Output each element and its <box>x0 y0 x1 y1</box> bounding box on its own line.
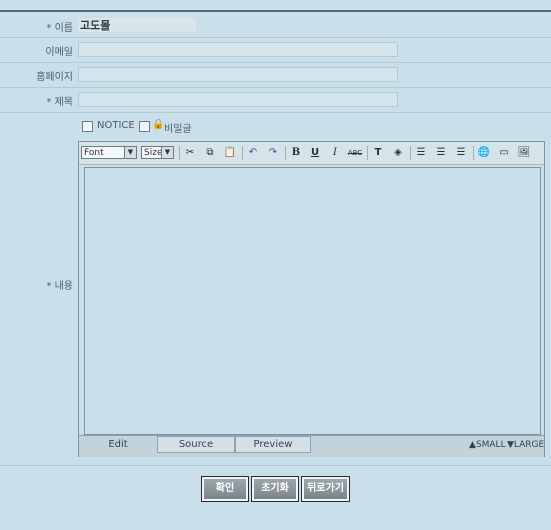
secret-checkbox[interactable] <box>139 121 150 132</box>
align-right-icon[interactable]: ☰ <box>453 145 469 161</box>
subject-field[interactable] <box>78 92 398 107</box>
email-label: 이메일 <box>45 47 73 58</box>
redo-icon[interactable]: ↷ <box>265 145 281 161</box>
editor-small-button[interactable]: ▲SMALL <box>469 440 506 450</box>
cut-icon[interactable]: ✂ <box>182 145 198 161</box>
background-color-icon[interactable]: ◈ <box>390 145 406 161</box>
homepage-row: 홈페이지 <box>0 63 551 88</box>
copy-icon[interactable]: ⧉ <box>202 145 218 161</box>
size-select[interactable]: Size ▼ <box>141 146 174 159</box>
confirm-button-label: 확인 <box>204 479 246 499</box>
reset-button[interactable]: 초기화 <box>251 476 299 502</box>
email-row: 이메일 <box>0 38 551 63</box>
homepage-label: 홈페이지 <box>36 72 73 83</box>
paste-icon[interactable]: 📋 <box>222 145 238 161</box>
editor-large-button[interactable]: ▼LARGE <box>507 440 544 450</box>
subject-row: * 제목 <box>0 88 551 113</box>
table-icon[interactable]: ▭ <box>496 145 512 161</box>
toolbar-divider <box>473 146 474 160</box>
content-label: * 내용 <box>46 281 73 292</box>
image-icon[interactable]: 🖼 <box>516 145 532 161</box>
text-color-icon[interactable]: T <box>370 145 386 161</box>
editor-mode-tabs: Edit Source Preview ▲SMALL ▼LARGE <box>79 435 544 457</box>
editor-content-area[interactable] <box>84 167 541 435</box>
toolbar-divider <box>367 146 368 160</box>
underline-icon[interactable]: U <box>307 145 323 161</box>
toolbar-divider <box>242 146 243 160</box>
back-button-label: 뒤로가기 <box>304 479 347 499</box>
confirm-button[interactable]: 확인 <box>201 476 249 502</box>
reset-button-label: 초기화 <box>254 479 296 499</box>
tab-edit[interactable]: Edit <box>79 436 157 453</box>
tab-source[interactable]: Source <box>157 436 235 453</box>
subject-label: * 제목 <box>46 97 73 108</box>
back-button[interactable]: 뒤로가기 <box>301 476 350 502</box>
toolbar-divider <box>410 146 411 160</box>
rich-text-editor: Font ▼ Size ▼ ✂ ⧉ 📋 ↶ ↷ B U I ABC T ◈ ☰ … <box>78 141 545 457</box>
homepage-field[interactable] <box>78 67 398 82</box>
link-icon[interactable]: 🌐 <box>476 145 492 161</box>
undo-icon[interactable]: ↶ <box>245 145 261 161</box>
chevron-down-icon: ▼ <box>124 147 136 158</box>
notice-checkbox[interactable] <box>82 121 93 132</box>
font-select[interactable]: Font ▼ <box>81 146 137 159</box>
toolbar-divider <box>179 146 180 160</box>
name-label: * 이름 <box>46 23 73 34</box>
bold-icon[interactable]: B <box>288 145 304 161</box>
name-value: 고도몰 <box>80 19 111 32</box>
chevron-down-icon: ▼ <box>161 147 173 158</box>
tab-preview[interactable]: Preview <box>235 436 311 453</box>
strikethrough-icon[interactable]: ABC <box>347 145 363 161</box>
editor-toolbar: Font ▼ Size ▼ ✂ ⧉ 📋 ↶ ↷ B U I ABC T ◈ ☰ … <box>79 142 544 165</box>
size-select-value: Size <box>144 148 163 158</box>
secret-label: 비밀글 <box>164 124 192 135</box>
align-left-icon[interactable]: ☰ <box>413 145 429 161</box>
align-center-icon[interactable]: ☰ <box>433 145 449 161</box>
font-select-value: Font <box>84 148 104 158</box>
lock-icon: 🔒 <box>152 119 165 130</box>
notice-label: NOTICE <box>97 120 135 131</box>
italic-icon[interactable]: I <box>327 145 343 161</box>
name-row: * 이름 고도몰 <box>0 12 551 38</box>
email-field[interactable] <box>78 42 398 57</box>
toolbar-divider <box>285 146 286 160</box>
